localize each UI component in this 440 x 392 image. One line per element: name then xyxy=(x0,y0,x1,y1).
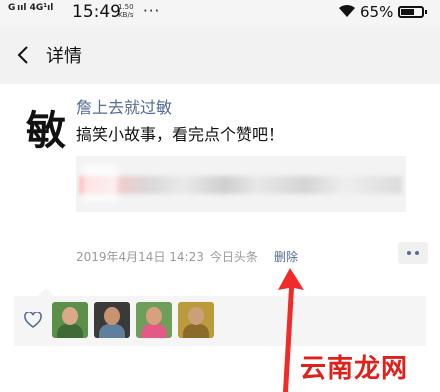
post-date: 2019年4月14日 14:23 xyxy=(76,250,204,264)
like-avatar-3[interactable] xyxy=(136,302,172,338)
avatar-face xyxy=(104,307,120,325)
network-speed-value: 1.50 xyxy=(118,3,134,11)
shared-link-card[interactable] xyxy=(76,156,406,212)
dot-icon xyxy=(407,251,411,255)
battery-percent: 65% xyxy=(360,3,394,21)
avatar-face xyxy=(188,307,204,325)
likes-panel xyxy=(14,288,426,346)
more-notifications-icon: ··· xyxy=(143,2,161,20)
back-arrow-icon[interactable] xyxy=(14,45,34,65)
post-text: 搞笑小故事，看完点个赞吧！ xyxy=(76,125,285,144)
avatar-face xyxy=(62,307,78,325)
top-bar: 详情 xyxy=(0,26,440,84)
status-bar: G ııl 4G¹ıl 15:49 1.50 KB/s ··· 65% xyxy=(0,0,440,26)
status-time: 15:49 xyxy=(72,2,121,22)
watermark-logo: 云南龙网 xyxy=(300,354,409,384)
heart-icon xyxy=(24,312,42,328)
avatar-body xyxy=(141,324,167,338)
signal-icon: G ııl 4G¹ıl xyxy=(8,3,54,13)
blurred-link-content xyxy=(80,176,402,194)
post-meta: 2019年4月14日 14:23 今日头条 xyxy=(76,248,264,265)
like-avatar-4[interactable] xyxy=(178,302,214,338)
author-name[interactable]: 詹上去就过敏 xyxy=(76,94,172,118)
network-speed: 1.50 KB/s xyxy=(118,3,134,19)
like-avatar-2[interactable] xyxy=(94,302,130,338)
wifi-icon xyxy=(339,4,355,17)
battery-icon xyxy=(398,6,427,18)
post-source: 今日头条 xyxy=(209,250,258,264)
delete-button[interactable]: 删除 xyxy=(274,248,298,265)
avatar-body xyxy=(57,324,83,338)
like-avatar-1[interactable] xyxy=(52,302,88,338)
page-title: 详情 xyxy=(46,46,82,67)
avatar[interactable]: 敏 xyxy=(26,98,66,156)
avatar-face xyxy=(146,307,162,325)
avatar-body xyxy=(183,324,209,338)
blurred-thumbnail xyxy=(82,164,118,202)
network-speed-unit: KB/s xyxy=(118,11,134,19)
moment-post: 敏 詹上去就过敏 搞笑小故事，看完点个赞吧！ 2019年4月14日 14:23 今… xyxy=(0,84,440,290)
dot-icon xyxy=(415,251,419,255)
comment-like-menu-button[interactable] xyxy=(398,242,428,264)
avatar-body xyxy=(99,324,125,338)
